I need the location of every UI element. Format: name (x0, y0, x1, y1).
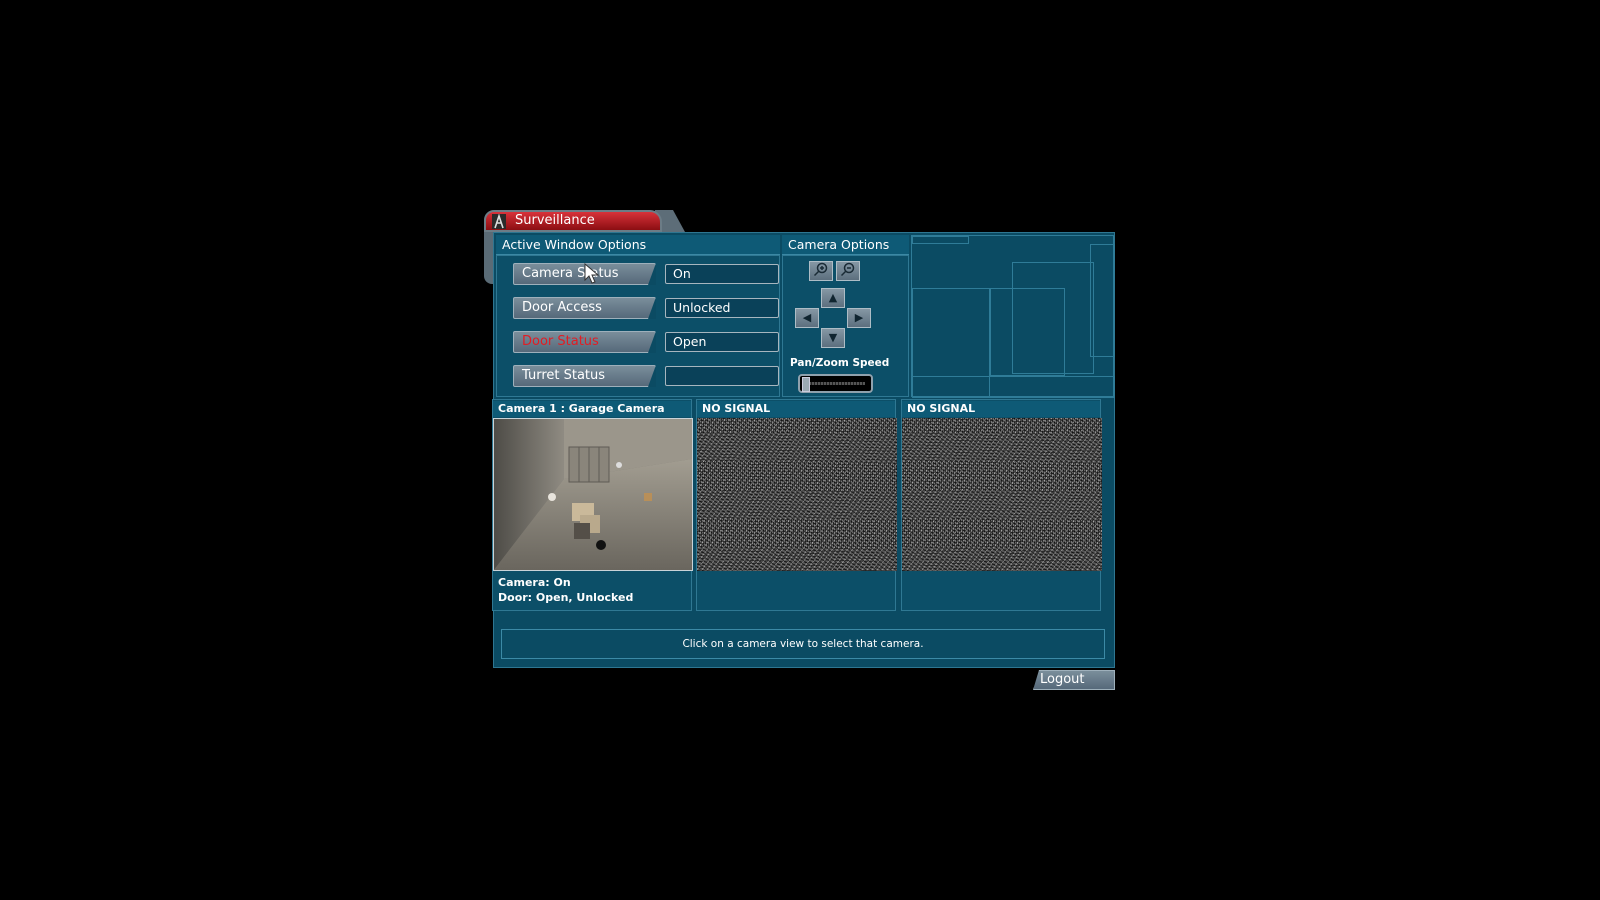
camera-1-status: Camera: On (498, 576, 571, 589)
decorative-panel (911, 235, 1115, 398)
arrow-up-icon: ▲ (828, 291, 838, 304)
camera-1-panel[interactable]: Camera 1 : Garage Camera Camera: On Door… (492, 399, 693, 611)
slider-thumb[interactable] (802, 377, 810, 392)
turret-status-button[interactable]: Turret Status (513, 365, 656, 387)
door-status-value: Open (665, 332, 779, 352)
slider-track (806, 382, 865, 385)
deco-block (1090, 244, 1115, 357)
zoom-out-icon (840, 262, 855, 277)
zoom-in-button[interactable] (809, 261, 833, 281)
surveillance-icon (492, 214, 506, 229)
camera-status-value: On (665, 264, 779, 284)
pan-zoom-speed-label: Pan/Zoom Speed (790, 357, 890, 369)
arrow-right-icon: ▶ (854, 311, 864, 324)
surveillance-window: Active Window Options Camera Status On D… (492, 232, 1115, 668)
camera-options-header: Camera Options (782, 235, 909, 255)
deco-block (1012, 262, 1094, 374)
camera-options-panel: ▲ ◀ ▶ ▼ Pan/Zoom Speed (782, 255, 909, 397)
status-message: Click on a camera view to select that ca… (501, 629, 1105, 659)
camera-1-view[interactable] (493, 418, 693, 571)
arrow-left-icon: ◀ (802, 311, 812, 324)
turret-status-value (665, 366, 779, 386)
garage-camera-feed (494, 419, 692, 570)
pan-left-button[interactable]: ◀ (795, 308, 819, 328)
pan-up-button[interactable]: ▲ (821, 288, 845, 308)
mouse-cursor-icon (584, 263, 600, 284)
camera-1-title: Camera 1 : Garage Camera (493, 401, 691, 417)
camera-1-door-status: Door: Open, Unlocked (498, 591, 634, 604)
window-title: Surveillance (515, 213, 595, 228)
camera-3-view[interactable] (902, 418, 1102, 571)
zoom-in-icon (813, 262, 828, 277)
door-access-button[interactable]: Door Access (513, 297, 656, 319)
deco-line (912, 236, 969, 244)
arrow-down-icon: ▼ (828, 331, 838, 344)
camera-2-view[interactable] (697, 418, 897, 571)
camera-3-panel[interactable]: NO SIGNAL (901, 399, 1102, 611)
camera-3-title: NO SIGNAL (902, 401, 1100, 417)
active-window-options-panel: Camera Status On Door Access Unlocked Do… (496, 255, 780, 397)
pan-zoom-speed-slider[interactable] (798, 374, 873, 393)
door-status-button[interactable]: Door Status (513, 331, 656, 353)
camera-2-title: NO SIGNAL (697, 401, 895, 417)
zoom-out-button[interactable] (836, 261, 860, 281)
window-tab: Surveillance (484, 210, 662, 232)
deco-strip (912, 376, 1115, 398)
door-access-value: Unlocked (665, 298, 779, 318)
pan-right-button[interactable]: ▶ (847, 308, 871, 328)
pan-down-button[interactable]: ▼ (821, 328, 845, 348)
camera-2-panel[interactable]: NO SIGNAL (696, 399, 897, 611)
logout-button[interactable]: Logout (1033, 670, 1115, 690)
active-window-options-header: Active Window Options (496, 235, 780, 255)
